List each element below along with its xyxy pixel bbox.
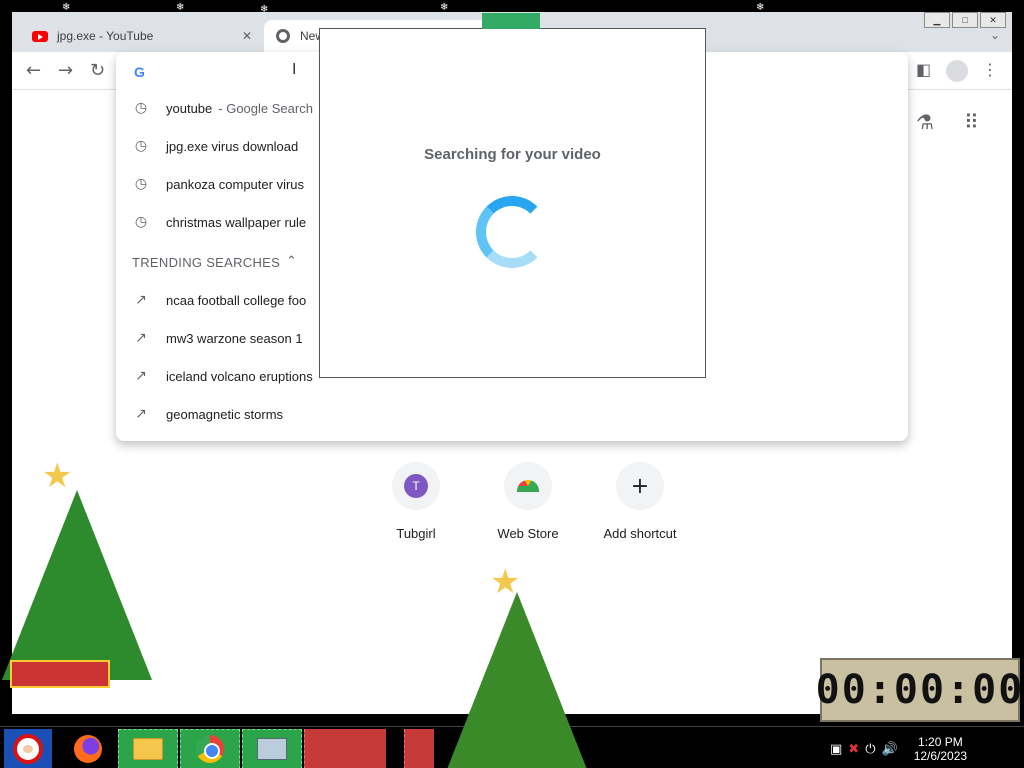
suggestion-text: pankoza computer virus: [166, 176, 305, 192]
chrome-icon: [276, 29, 290, 43]
shortcuts-row: T Tubgirl Web Store + Add shortcut: [360, 462, 696, 541]
tab-search-chevron-icon[interactable]: ⌄: [990, 28, 1000, 42]
history-clock-icon: ◷: [134, 100, 148, 116]
shortcut-icon-circle: T: [392, 462, 440, 510]
keyboard-taskbar-button[interactable]: [242, 729, 302, 768]
forward-arrow-icon[interactable]: →: [58, 60, 73, 81]
firefox-taskbar-button[interactable]: [58, 729, 118, 768]
clock[interactable]: 1:20 PM 12/6/2023: [914, 735, 967, 763]
suggestion-text: youtube: [166, 100, 213, 116]
firefox-icon: [74, 735, 102, 763]
tree-body: [2, 490, 152, 680]
trending-arrow-icon: ↗: [135, 292, 147, 308]
calendar-icon[interactable]: ▣: [830, 742, 842, 757]
menu-dots-icon[interactable]: ⋮: [982, 60, 998, 79]
loading-spinner-icon: [476, 196, 548, 268]
shortcut-label: Web Store: [497, 526, 559, 541]
suggestion-text: christmas wallpaper rule: [166, 214, 307, 230]
window-controls: ▁ □ ✕: [924, 12, 1006, 28]
digital-timer: 00:00:00: [816, 658, 1022, 722]
christmas-tree-left: ★: [0, 456, 160, 690]
suggestion-sub: - Google Search: [218, 100, 313, 116]
trending-arrow-icon: ↗: [135, 368, 147, 384]
close-window-button[interactable]: ✕: [980, 12, 1006, 28]
suggestion-text: jpg.exe virus download: [166, 138, 299, 154]
santa-icon: [13, 734, 43, 764]
apps-grid-icon[interactable]: ⠿: [964, 110, 979, 134]
popup-title-tab: [482, 13, 540, 29]
minimize-button[interactable]: ▁: [924, 12, 950, 28]
taskbar-slot[interactable]: [304, 729, 386, 768]
shortcut-initial: T: [404, 474, 428, 498]
tree-body: [442, 592, 592, 768]
trending-arrow-icon: ↗: [135, 330, 147, 346]
trending-text: geomagnetic storms: [166, 406, 284, 422]
folder-icon: [133, 738, 163, 760]
keyboard-icon: [257, 738, 287, 760]
network-error-icon[interactable]: ✖: [848, 742, 859, 757]
shortcut-icon-circle: +: [616, 462, 664, 510]
collapse-chevron-icon[interactable]: ⌃: [286, 254, 297, 269]
google-g-icon: G: [134, 64, 145, 80]
tab-youtube[interactable]: jpg.exe - YouTube ✕: [20, 20, 264, 52]
text-cursor[interactable]: I: [292, 61, 296, 79]
history-clock-icon: ◷: [134, 214, 148, 230]
shortcut-label: Add shortcut: [603, 526, 677, 541]
trending-text: iceland volcano eruptions: [166, 368, 313, 384]
chrome-icon: [196, 735, 224, 763]
trending-header: TRENDING SEARCHES: [132, 255, 281, 270]
back-arrow-icon[interactable]: ←: [26, 60, 41, 81]
side-panel-icon[interactable]: ◧: [916, 60, 931, 79]
maximize-button[interactable]: □: [952, 12, 978, 28]
trending-text: ncaa football college foo: [166, 292, 307, 308]
power-icon[interactable]: ⏻: [865, 742, 875, 757]
tab-title: jpg.exe - YouTube: [57, 29, 154, 43]
volume-icon[interactable]: 🔊: [882, 742, 898, 757]
explorer-taskbar-button[interactable]: [118, 729, 178, 768]
youtube-icon: [32, 30, 48, 42]
trending-text: mw3 warzone season 1: [166, 330, 303, 346]
popup-title: Searching for your video: [424, 146, 601, 163]
searching-popup: Searching for your video: [319, 13, 706, 378]
trending-arrow-icon: ↗: [135, 406, 147, 422]
history-clock-icon: ◷: [134, 176, 148, 192]
history-clock-icon: ◷: [134, 138, 148, 154]
clock-date: 12/6/2023: [913, 749, 968, 763]
close-icon[interactable]: ✕: [242, 29, 252, 43]
christmas-tree-center: ★: [430, 562, 610, 768]
shortcut-label: Tubgirl: [396, 526, 436, 541]
web-store-icon: [517, 480, 539, 492]
add-shortcut-button[interactable]: + Add shortcut: [584, 462, 696, 541]
start-button[interactable]: [4, 729, 52, 768]
plus-icon: +: [630, 473, 650, 499]
profile-icon[interactable]: [946, 60, 968, 82]
gift-boxes: [10, 660, 110, 688]
clock-time: 1:20 PM: [918, 735, 963, 749]
system-tray: ▣ ✖ ⏻ 🔊 1:20 PM 12/6/2023: [830, 729, 1024, 768]
reload-icon[interactable]: ↻: [90, 60, 105, 81]
trending-item[interactable]: ↗ geomagnetic storms: [116, 395, 908, 433]
timer-display: 00:00:00: [815, 667, 1024, 713]
labs-flask-icon[interactable]: ⚗: [916, 110, 934, 134]
shortcut-icon-circle: [504, 462, 552, 510]
chrome-taskbar-button[interactable]: [180, 729, 240, 768]
shortcut-tile[interactable]: Web Store: [472, 462, 584, 541]
shortcut-tile[interactable]: T Tubgirl: [360, 462, 472, 541]
